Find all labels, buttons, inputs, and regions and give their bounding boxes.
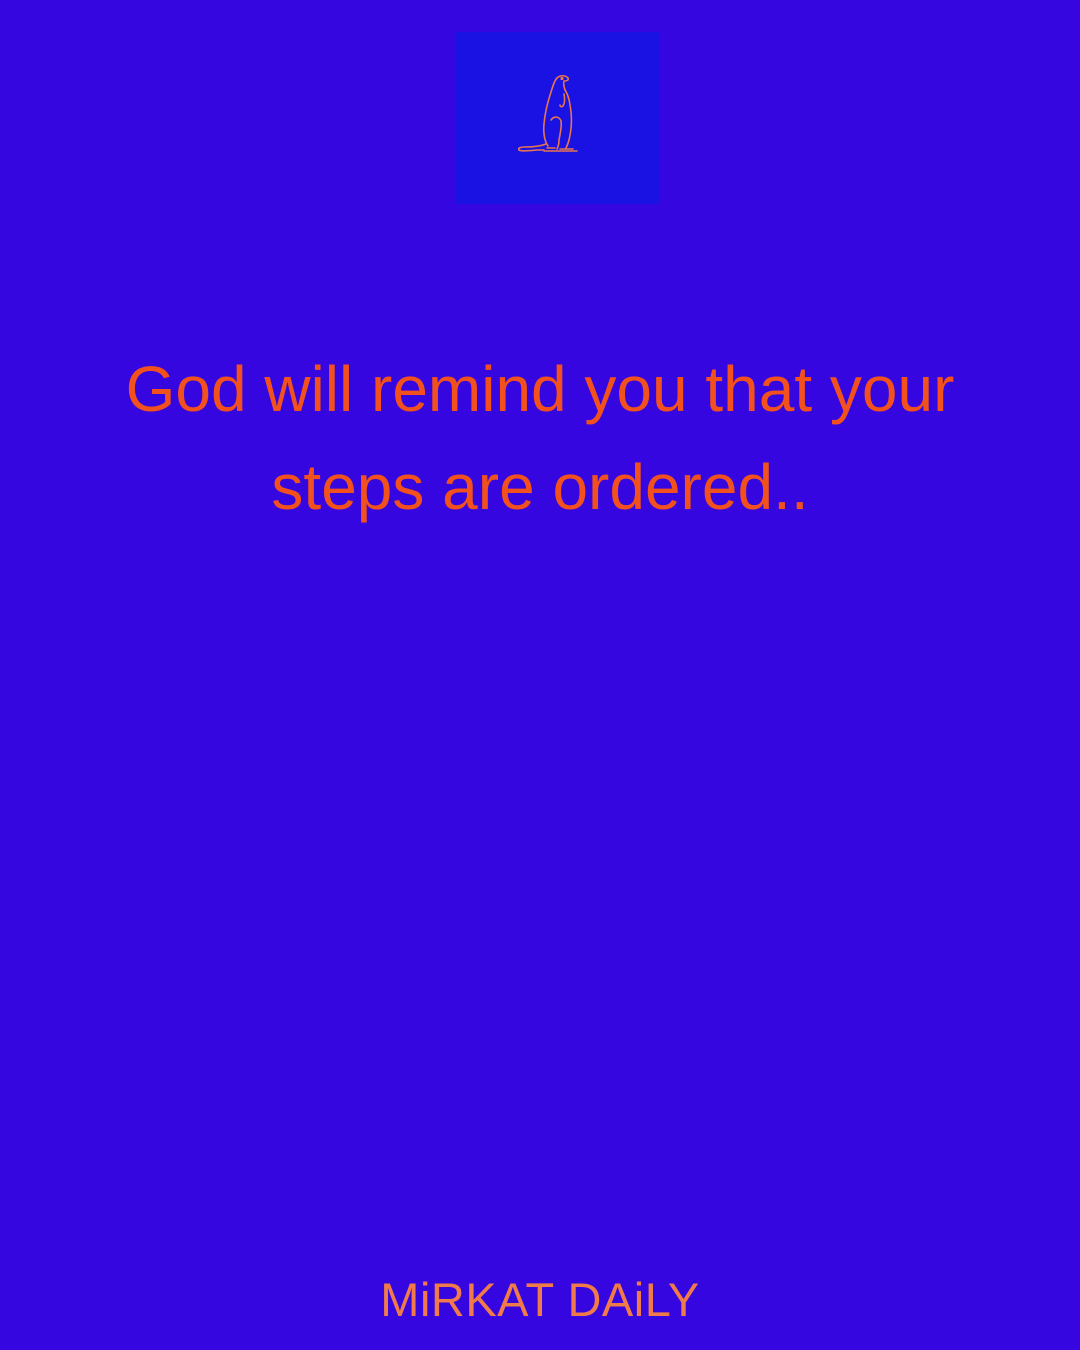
brand-name: MiRKAT DAiLY bbox=[380, 1273, 700, 1326]
quote-text: God will remind you that your steps are … bbox=[125, 353, 955, 523]
logo-box bbox=[455, 32, 659, 204]
meerkat-icon bbox=[517, 74, 578, 152]
